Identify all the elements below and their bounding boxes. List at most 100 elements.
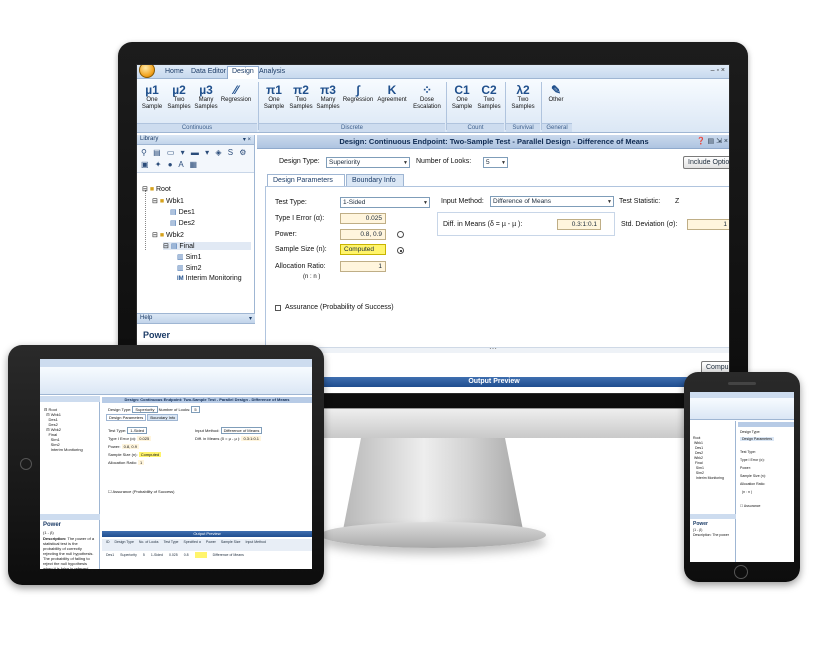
pin-icon[interactable]: ▾ × — [243, 136, 251, 143]
sample-size-field[interactable]: Computed — [340, 244, 386, 255]
allocation-ratio-field[interactable]: 1 — [340, 261, 386, 272]
folder-icon: ■ — [149, 186, 155, 193]
chevron-down-icon: ▼ — [403, 160, 408, 166]
library-toolbar[interactable]: ⚲ ▤ ▭ ▾ ▬ ▾ ◈ S ⚙ ▣ ✦ ● A ▦ — [137, 145, 254, 173]
power-field[interactable]: 0.8, 0.9 — [340, 229, 386, 240]
scroll-grip-icon: ⋯ — [489, 344, 497, 353]
allocation-ratio-label: Allocation Ratio: — [275, 263, 326, 270]
test-type-select[interactable]: 1-Sided ▼ — [340, 197, 430, 208]
design-file-icon: ▤ — [170, 209, 177, 216]
discrete-two-samples-button[interactable]: π2 Two Samples — [287, 83, 315, 111]
design-type-label: Design Type: — [279, 158, 320, 165]
test-statistic-label: Test Statistic: — [619, 198, 661, 205]
two-samples-survival-icon: λ2 — [516, 83, 530, 97]
tablet-design-title: Design: Continuous Endpoint: Two-Sample … — [102, 397, 312, 403]
discrete-one-sample-button[interactable]: π1 One Sample — [260, 83, 288, 111]
tablet-help-title: Power — [43, 522, 62, 528]
simulation-icon: ▥ — [177, 265, 184, 272]
phone-assurance[interactable]: ☐ Assurance — [740, 504, 760, 508]
power-radio[interactable] — [397, 231, 404, 238]
tree-node-des2[interactable]: ▤ Des2 — [170, 219, 195, 227]
number-of-looks-select[interactable]: 5 ▼ — [483, 157, 508, 168]
horizontal-scrollbar[interactable]: ⋯ — [257, 344, 729, 353]
one-sample-mean-icon: µ1 — [145, 83, 159, 97]
design-type-select[interactable]: Superiority ▼ — [326, 157, 410, 168]
one-sample-count-icon: C1 — [454, 83, 470, 97]
tree-node-wbk2[interactable]: ⊟ ■ Wbk2 — [152, 231, 184, 239]
dose-escalation-button[interactable]: ⁘ Dose Escalation — [410, 83, 444, 111]
sample-size-radio[interactable] — [397, 247, 404, 254]
app-orb-icon[interactable] — [139, 65, 155, 78]
count-one-sample-button[interactable]: C1 One Sample — [448, 83, 476, 111]
design-file-icon: ▤ — [170, 220, 177, 227]
tab-design-parameters[interactable]: Design Parameters — [267, 174, 345, 186]
test-type-label: Test Type: — [275, 199, 307, 206]
tablet-output-preview[interactable]: Output Preview — [102, 531, 312, 537]
window-controls[interactable]: – ▫ × — [711, 67, 725, 74]
monitor-stand-foot — [320, 522, 546, 548]
tab-home[interactable]: Home — [161, 67, 188, 76]
assurance-label: Assurance (Probability of Success) — [285, 304, 394, 311]
output-preview-bar[interactable]: Output Preview — [257, 377, 729, 387]
tablet-library-header — [40, 396, 100, 402]
phone-design-type: Design Type: — [740, 430, 761, 434]
phone-tab[interactable]: Design Parameters — [740, 437, 774, 441]
pin-icon[interactable]: ▾ — [249, 315, 252, 322]
other-button[interactable]: ✎ Other — [542, 83, 570, 104]
tree-node-sim1[interactable]: ▥ Sim1 — [177, 253, 202, 261]
tree-node-final[interactable]: ⊟ ▤ Final — [163, 242, 251, 250]
folder-icon: ■ — [159, 232, 165, 239]
design-title-bar: Design: Continuous Endpoint: Two-Sample … — [257, 135, 729, 149]
tree-node-sim2[interactable]: ▥ Sim2 — [177, 264, 202, 272]
agreement-button[interactable]: K Agreement — [375, 83, 409, 104]
survival-two-samples-button[interactable]: λ2 Two Samples — [509, 83, 537, 111]
other-design-icon: ✎ — [550, 83, 562, 97]
count-two-samples-button[interactable]: C2 Two Samples — [475, 83, 503, 111]
tree-node-root[interactable]: ⊟ ■ Root — [142, 185, 171, 193]
chevron-down-icon: ▼ — [501, 160, 506, 166]
dose-escalation-icon: ⁘ — [421, 83, 433, 97]
chevron-down-icon: ▼ — [423, 200, 428, 206]
discrete-many-samples-button[interactable]: π3 Many Samples — [314, 83, 342, 111]
ribbon-group-count: Count — [447, 123, 504, 132]
test-statistic-value: Z — [675, 198, 680, 205]
assurance-checkbox[interactable] — [275, 305, 281, 311]
input-method-select[interactable]: Difference of Means ▼ — [490, 196, 614, 207]
continuous-two-samples-button[interactable]: µ2 Two Samples — [165, 83, 193, 111]
continuous-regression-button[interactable]: ⁄⁄ Regression — [219, 83, 253, 104]
design-file-icon: ▤ — [170, 243, 178, 250]
tab-data-editor[interactable]: Data Editor — [187, 67, 230, 76]
continuous-one-sample-button[interactable]: µ1 One Sample — [138, 83, 166, 111]
regression-icon: ⁄⁄ — [233, 83, 238, 97]
two-samples-mean-icon: µ2 — [172, 83, 186, 97]
tree-node-interim-monitoring[interactable]: IM Interim Monitoring — [177, 275, 242, 282]
tablet-help-description: Description: The power of a statistical … — [43, 536, 95, 569]
diff-in-means-field[interactable]: 0.3:1:0.1 — [557, 219, 601, 230]
continuous-many-samples-button[interactable]: µ3 Many Samples — [192, 83, 220, 111]
logistic-regression-icon: ∫ — [356, 83, 360, 97]
diff-in-means-label: Diff. in Means (δ = µ - µ ): — [443, 221, 523, 228]
table-row[interactable]: Des1 Superiority 5 1-Sided 0.025 0.8 Dif… — [102, 552, 312, 558]
tree-node-des1[interactable]: ▤ Des1 — [170, 208, 195, 216]
discrete-regression-button[interactable]: ∫ Regression — [341, 83, 375, 104]
tablet-tabs[interactable]: Design Parameters Boundary Info — [106, 414, 179, 421]
type-i-error-field[interactable]: 0.025 — [340, 213, 386, 224]
tab-boundary-info[interactable]: Boundary Info — [346, 174, 404, 186]
phone-device: Root Wbk1 Des1 Des2 Wbk2 Final Sim1 Sim2… — [684, 372, 800, 582]
library-header: Library ▾ × — [137, 135, 254, 145]
std-deviation-field[interactable]: 1 — [687, 219, 729, 230]
phone-ribbon — [690, 398, 794, 420]
include-options-button[interactable]: Include Optio — [683, 156, 729, 169]
tree-node-wbk1[interactable]: ⊟ ■ Wbk1 — [152, 197, 184, 205]
tablet-assurance[interactable]: ☐ Assurance (Probability of Success) — [108, 489, 175, 494]
tab-analysis[interactable]: Analysis — [255, 67, 289, 76]
phone-help-description: Description: The power — [693, 533, 729, 537]
phone-tree: Root Wbk1 Des1 Des2 Wbk2 Final Sim1 Sim2… — [693, 436, 724, 480]
tablet-ribbon — [40, 367, 312, 395]
phone-help-title: Power — [693, 521, 709, 527]
agreement-kappa-icon: K — [387, 83, 397, 97]
design-window-controls[interactable]: ❓ ▤ ⇲ × — [697, 135, 728, 149]
folder-icon: ■ — [159, 198, 165, 205]
help-header: Help ▾ — [137, 314, 255, 324]
monitor-stand-neck — [343, 438, 523, 530]
